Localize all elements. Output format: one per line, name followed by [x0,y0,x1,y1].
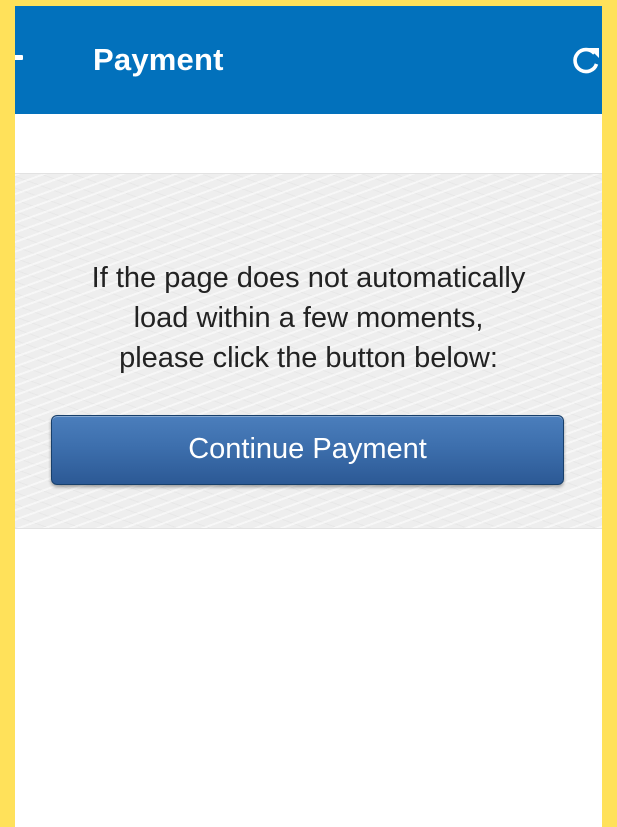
message-line: load within a few moments, [133,302,484,334]
refresh-icon[interactable] [570,44,602,76]
message-line: If the page does not automatically [91,262,526,294]
payment-redirect-panel: If the page does not automatically load … [15,173,602,529]
redirect-message: If the page does not automatically load … [15,258,602,378]
app-screen: Payment If the page does not automatical… [15,6,602,827]
message-line: please click the button below: [119,342,498,374]
page-title: Payment [93,42,224,77]
continue-payment-button[interactable]: Continue Payment [51,415,564,485]
app-bar: Payment [15,6,602,114]
arrow-back-icon[interactable] [15,55,23,60]
